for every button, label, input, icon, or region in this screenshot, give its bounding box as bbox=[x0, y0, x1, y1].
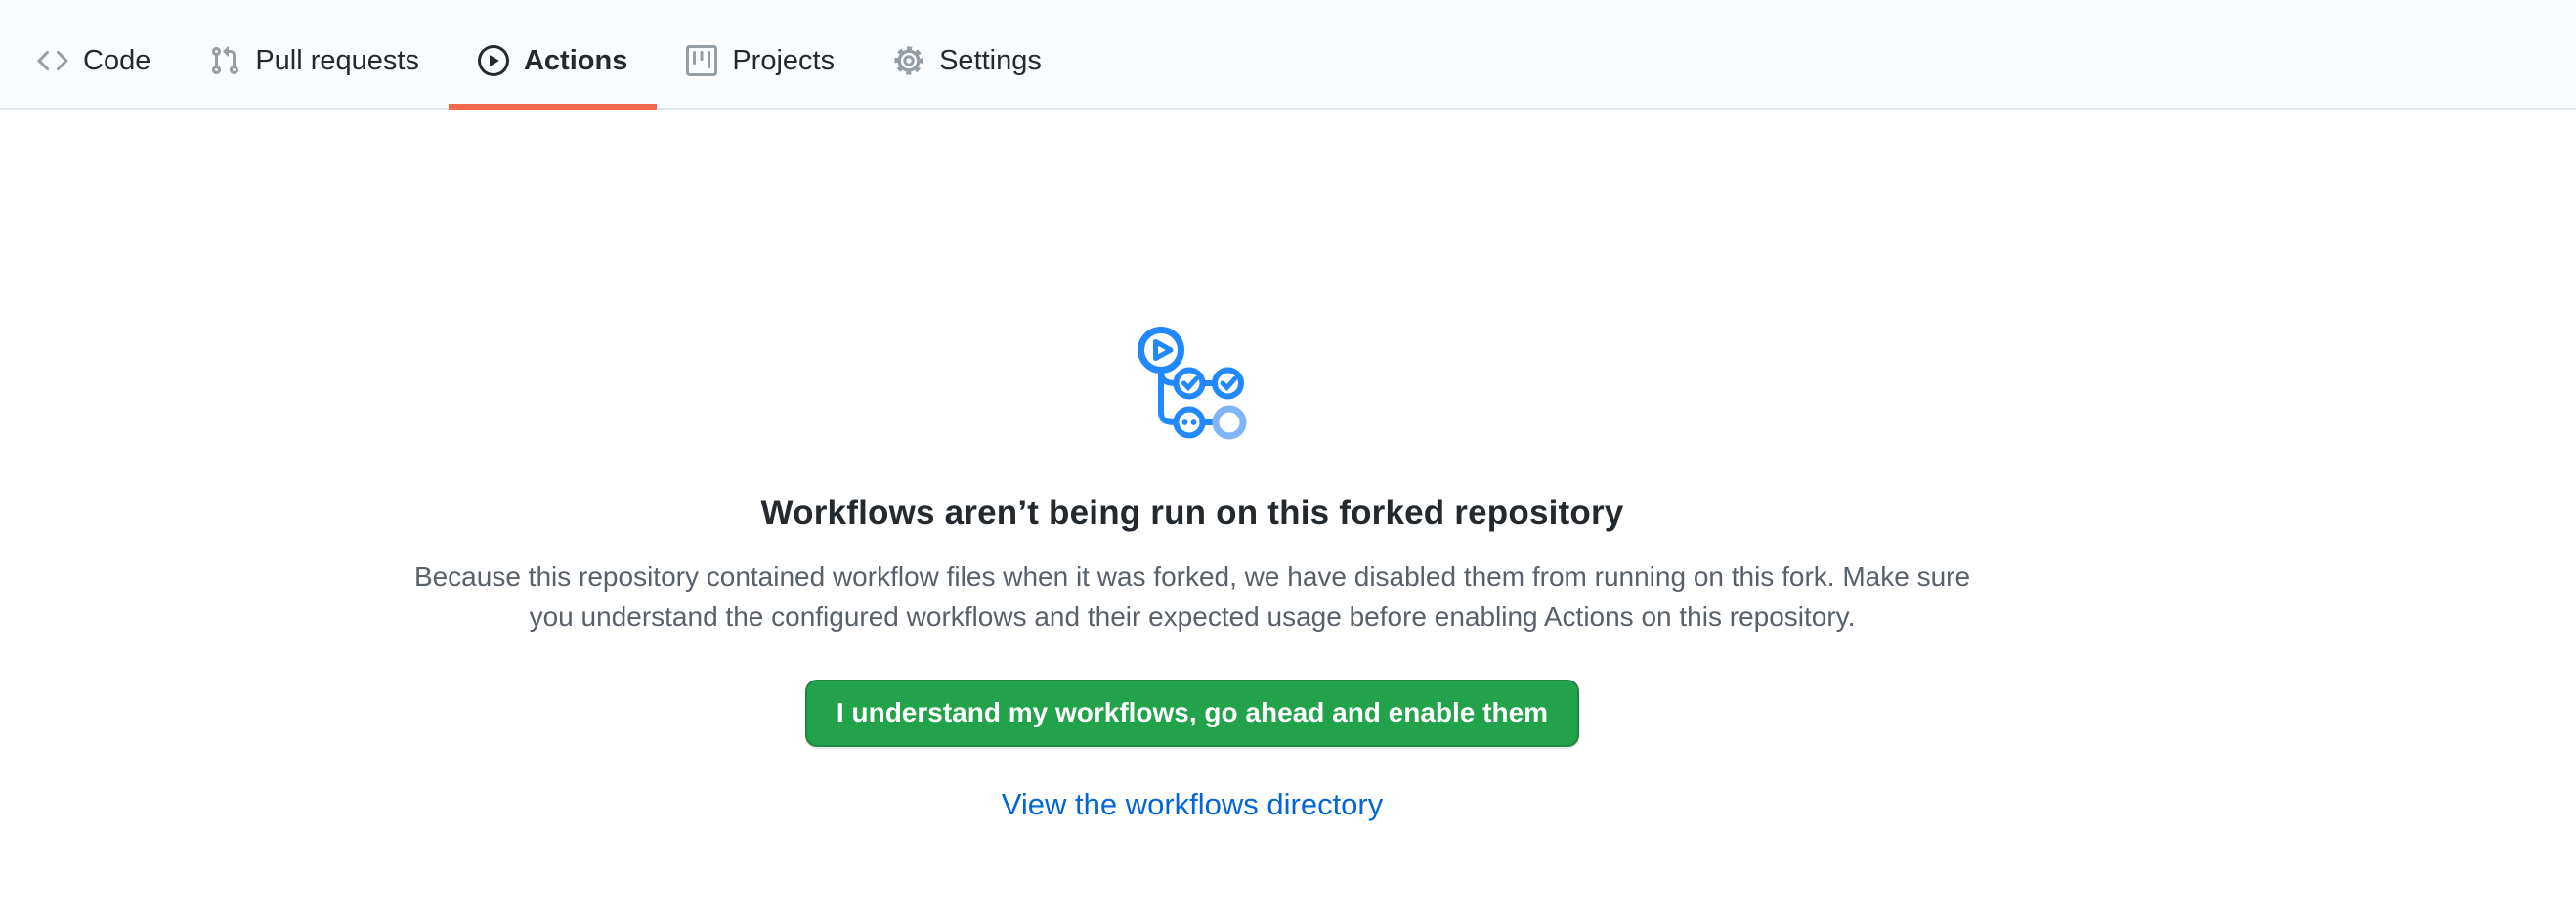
tab-projects[interactable]: Projects bbox=[657, 0, 864, 108]
enable-workflows-button[interactable]: I understand my workflows, go ahead and … bbox=[805, 680, 1579, 747]
tab-settings[interactable]: Settings bbox=[864, 0, 1071, 108]
tab-projects-label: Projects bbox=[732, 47, 835, 75]
tab-settings-label: Settings bbox=[939, 47, 1042, 75]
view-workflows-directory-link[interactable]: View the workflows directory bbox=[1002, 787, 1384, 821]
project-icon bbox=[686, 45, 717, 76]
code-icon bbox=[37, 45, 68, 76]
tab-code-label: Code bbox=[83, 47, 150, 75]
tab-pull-requests-label: Pull requests bbox=[255, 47, 419, 75]
tab-actions-label: Actions bbox=[524, 47, 627, 75]
blankslate-description: Because this repository contained workfl… bbox=[401, 556, 1984, 637]
page-title: Workflows aren’t being run on this forke… bbox=[0, 494, 2384, 533]
gear-icon bbox=[893, 45, 924, 76]
tab-code[interactable]: Code bbox=[8, 0, 180, 108]
actions-workflow-icon bbox=[1137, 327, 1248, 448]
tab-actions[interactable]: Actions bbox=[449, 0, 657, 108]
actions-blankslate: Workflows aren’t being run on this forke… bbox=[0, 110, 2384, 822]
play-icon bbox=[478, 45, 509, 76]
tab-pull-requests[interactable]: Pull requests bbox=[180, 0, 449, 108]
git-pull-request-icon bbox=[209, 45, 240, 76]
repo-nav: Code Pull requests Actions Projects Sett… bbox=[0, 0, 2576, 110]
